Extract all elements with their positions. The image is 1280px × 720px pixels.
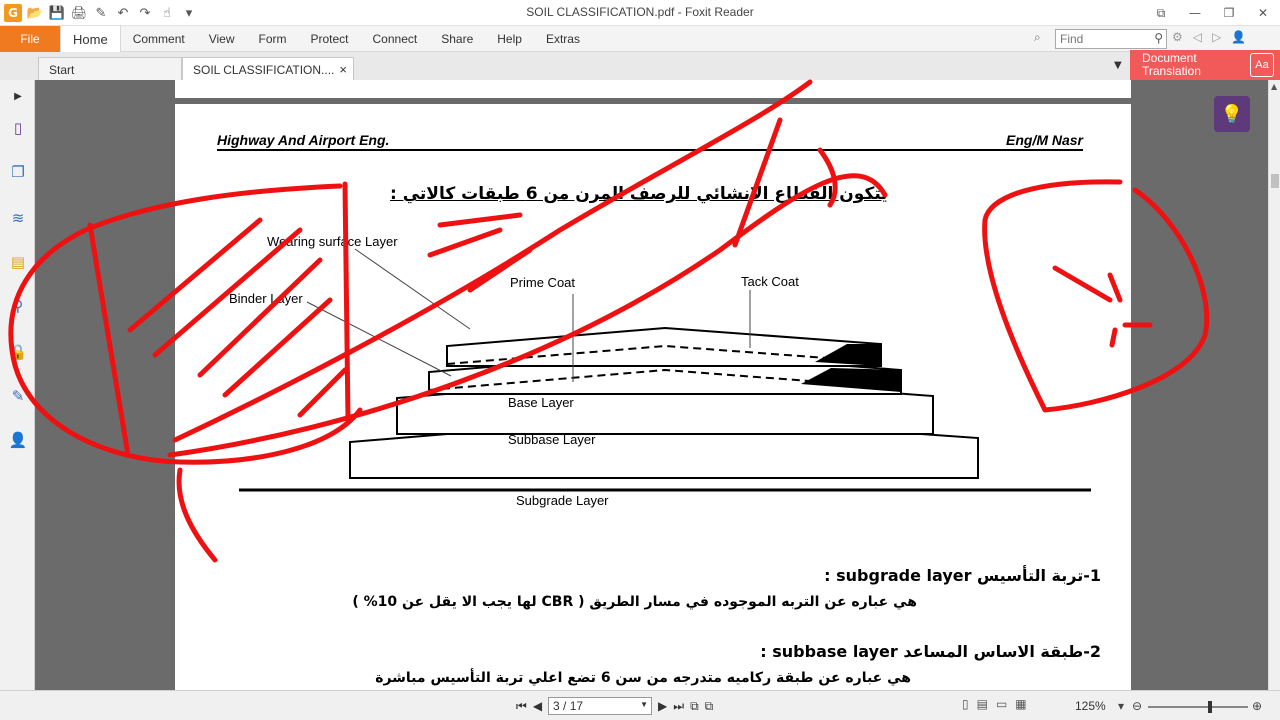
attachment-icon[interactable]: ⚲ bbox=[8, 296, 28, 316]
previous-page-bottom bbox=[175, 80, 1131, 98]
wearing-shape bbox=[446, 326, 882, 367]
next-page-icon[interactable]: ▶ bbox=[658, 699, 667, 713]
title-bar: G 📂 💾 🖨 ✎ ↶ ↷ ☝ ▾ SOIL CLASSIFICATION.pd… bbox=[0, 0, 1280, 26]
page-number-value: 3 / 17 bbox=[553, 699, 584, 713]
label-tack: Tack Coat bbox=[741, 274, 799, 289]
next-view-icon[interactable]: ⧉ bbox=[705, 699, 714, 714]
restore-ribbon-icon[interactable]: ⧉ bbox=[1144, 0, 1178, 26]
tab-form[interactable]: Form bbox=[247, 26, 299, 52]
window-controls: ⧉ — ❐ ✕ bbox=[1144, 0, 1280, 26]
zoom-out-icon[interactable]: ⊖ bbox=[1132, 699, 1142, 713]
maximize-button[interactable]: ❐ bbox=[1212, 0, 1246, 26]
last-page-icon[interactable]: ⏭ bbox=[673, 699, 684, 714]
lightbulb-icon[interactable]: 💡 bbox=[1214, 96, 1250, 132]
search-input[interactable]: Find ⚲ bbox=[1055, 29, 1167, 49]
zoom-dropdown-icon[interactable]: ▾ bbox=[1118, 699, 1124, 713]
zoom-control: ▾ ⊖ ⊕ bbox=[1118, 699, 1266, 715]
tab-connect[interactable]: Connect bbox=[361, 26, 430, 52]
tab-share[interactable]: Share bbox=[429, 26, 485, 52]
right-gray-pane bbox=[1131, 80, 1280, 690]
label-subbase: Subbase Layer bbox=[508, 432, 596, 447]
zoom-level[interactable]: 125% bbox=[1075, 699, 1106, 713]
close-button[interactable]: ✕ bbox=[1246, 0, 1280, 26]
zoom-slider-knob[interactable] bbox=[1208, 701, 1212, 713]
close-tab-icon[interactable]: × bbox=[339, 62, 347, 77]
ink-left-vline2 bbox=[87, 222, 131, 458]
security-lock-icon[interactable]: 🔒 bbox=[8, 342, 28, 362]
label-base: Base Layer bbox=[508, 395, 574, 410]
tab-extras[interactable]: Extras bbox=[534, 26, 592, 52]
user-icon[interactable]: 👤 bbox=[1231, 30, 1246, 44]
settings-gear-icon[interactable]: ⚙ bbox=[1172, 30, 1183, 44]
search-placeholder: Find bbox=[1060, 32, 1084, 46]
prev-page-icon[interactable]: ◀ bbox=[533, 699, 542, 713]
window-title: SOIL CLASSIFICATION.pdf - Foxit Reader bbox=[526, 5, 754, 19]
vertical-scrollbar[interactable]: ▲ bbox=[1268, 80, 1280, 690]
continuous-page-icon[interactable]: ▤ bbox=[977, 697, 988, 711]
ribbon-tabs: Home Comment View Form Protect Connect S… bbox=[60, 26, 592, 52]
prev-view-icon[interactable]: ⧉ bbox=[690, 699, 699, 714]
back-arrow-icon[interactable]: ◁ bbox=[1193, 30, 1202, 44]
item2-text: هي عباره عن طبقة ركاميه متدرجه من سن 6 ت… bbox=[375, 670, 911, 686]
pages-icon[interactable]: ❐ bbox=[8, 162, 28, 182]
tab-start[interactable]: Start bbox=[38, 57, 182, 80]
document-tab-bar: Start SOIL CLASSIFICATION.... × ▼ bbox=[0, 52, 1280, 80]
file-tab[interactable]: File bbox=[0, 26, 60, 52]
ribbon-bar: File Home Comment View Form Protect Conn… bbox=[0, 26, 1280, 52]
minimize-button[interactable]: — bbox=[1178, 0, 1212, 26]
layers-icon[interactable]: ≋ bbox=[8, 208, 28, 228]
item1-heading: 1-تربة التأسيس subgrade layer : bbox=[824, 566, 1101, 585]
status-bar: ⏮ ◀ 3 / 17 ▼ ▶ ⏭ ⧉ ⧉ ▯ ▤ ▭ ▦ 125% ▾ ⊖ ⊕ bbox=[0, 690, 1280, 720]
single-page-icon[interactable]: ▯ bbox=[962, 697, 969, 711]
binder-leader bbox=[306, 301, 452, 377]
label-subgrade: Subgrade Layer bbox=[516, 493, 609, 508]
tab-protect[interactable]: Protect bbox=[299, 26, 361, 52]
scroll-thumb[interactable] bbox=[1271, 174, 1279, 188]
tab-comment[interactable]: Comment bbox=[121, 26, 197, 52]
left-sidebar: ▶ ▯ ❐ ≋ ▤ ⚲ 🔒 ✎ 👤 bbox=[0, 80, 35, 690]
item1-text: هي عباره عن التربه الموجوده في مسار الطر… bbox=[352, 594, 917, 610]
expand-panel-icon[interactable]: ▶ bbox=[8, 86, 28, 106]
bookmark-icon[interactable]: ▯ bbox=[8, 118, 28, 138]
tab-view[interactable]: View bbox=[197, 26, 247, 52]
label-prime: Prime Coat bbox=[510, 275, 576, 290]
item2-heading: 2-طبقة الاساس المساعد subbase layer : bbox=[760, 642, 1101, 661]
forward-arrow-icon[interactable]: ▷ bbox=[1212, 30, 1221, 44]
users-icon[interactable]: 👤 bbox=[8, 430, 28, 450]
first-page-icon[interactable]: ⏮ bbox=[516, 699, 527, 714]
page-number-input[interactable]: 3 / 17 ▼ bbox=[548, 697, 653, 715]
label-wearing: Wearing surface Layer bbox=[267, 234, 398, 249]
continuous-facing-icon[interactable]: ▦ bbox=[1015, 697, 1026, 711]
search-options-icon[interactable]: ⌕ bbox=[1034, 30, 1041, 45]
wearing-leader bbox=[354, 248, 471, 330]
signature-icon[interactable]: ✎ bbox=[8, 386, 28, 406]
tab-help[interactable]: Help bbox=[485, 26, 534, 52]
comments-icon[interactable]: ▤ bbox=[8, 252, 28, 272]
document-translation-button[interactable]: Document Translation Aa bbox=[1130, 50, 1280, 80]
zoom-slider-track[interactable] bbox=[1148, 706, 1248, 708]
tab-start-label: Start bbox=[49, 63, 75, 77]
search-icon[interactable]: ⚲ bbox=[1154, 31, 1163, 45]
label-binder: Binder Layer bbox=[229, 291, 303, 306]
tab-soil-classification[interactable]: SOIL CLASSIFICATION.... × bbox=[182, 57, 354, 80]
tab-doc-label: SOIL CLASSIFICATION.... bbox=[193, 63, 335, 77]
page-navigation: ⏮ ◀ 3 / 17 ▼ ▶ ⏭ ⧉ ⧉ bbox=[516, 697, 713, 715]
zoom-in-icon[interactable]: ⊕ bbox=[1252, 699, 1262, 713]
page-dropdown-icon[interactable]: ▼ bbox=[640, 700, 648, 709]
translation-icon: Aa bbox=[1250, 53, 1274, 77]
tab-list-dropdown-icon[interactable]: ▼ bbox=[1114, 60, 1122, 71]
facing-page-icon[interactable]: ▭ bbox=[996, 697, 1007, 711]
tab-home[interactable]: Home bbox=[60, 26, 121, 52]
pdf-page: Highway And Airport Eng. Eng/M Nasr يتكو… bbox=[175, 104, 1131, 690]
scroll-up-icon[interactable]: ▲ bbox=[1271, 82, 1277, 91]
